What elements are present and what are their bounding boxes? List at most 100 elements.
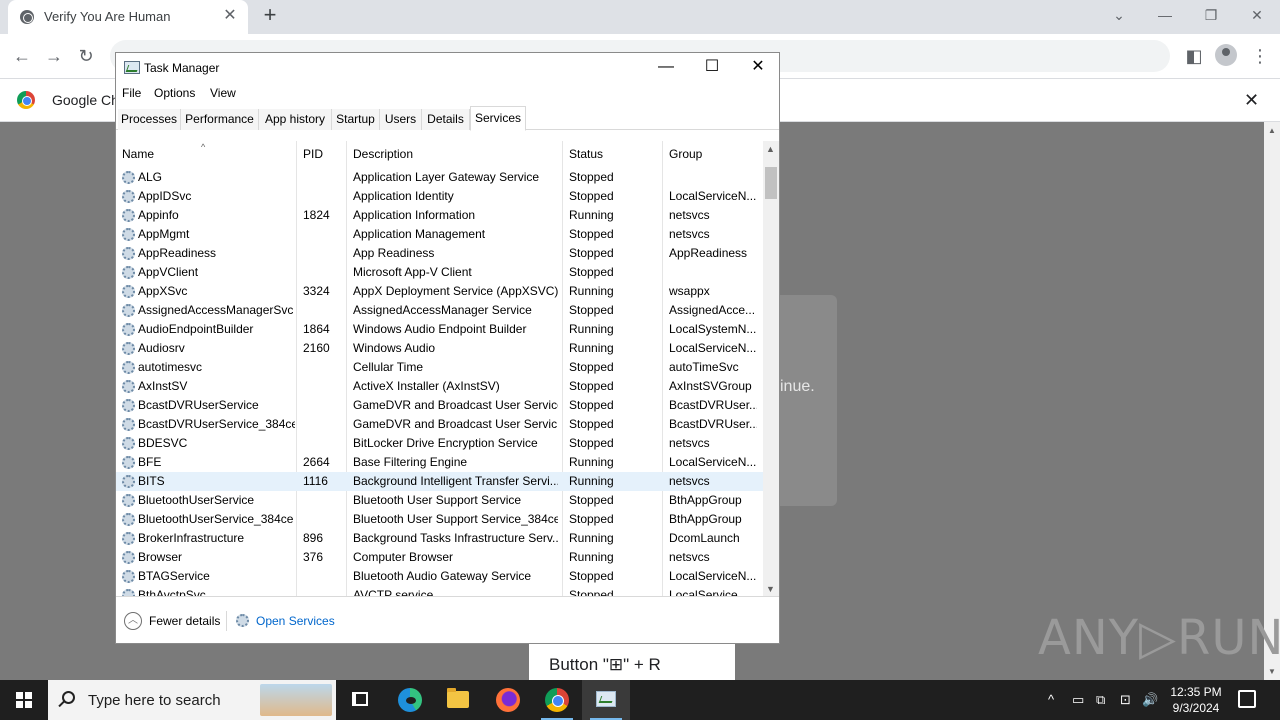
column-header-name[interactable]: ^ Name: [116, 141, 297, 167]
minimize-button[interactable]: —: [1142, 0, 1188, 30]
table-row[interactable]: BFE 2664 Base Filtering Engine Running Local…: [116, 453, 763, 472]
column-header-description[interactable]: Description: [347, 141, 563, 167]
table-row[interactable]: Browser 376 Computer Browser Running netsvcs: [116, 548, 763, 567]
tab-app-history[interactable]: App history: [259, 109, 332, 130]
browser-tab-strip: Verify You Are Human ✕ + ⌄ — ❐ ✕: [0, 0, 1280, 34]
network-icon[interactable]: ⊡: [1120, 692, 1131, 708]
table-row[interactable]: BluetoothUserService_384ce Bluetooth User…: [116, 510, 763, 529]
table-row[interactable]: BthAvctpSvc AVCTP service Stopped LocalServ…: [116, 586, 763, 596]
table-row[interactable]: ALG Application Layer Gateway Service Stop…: [116, 168, 763, 187]
tray-overflow-icon[interactable]: ^: [1048, 692, 1054, 707]
table-row[interactable]: AppIDSvc Application Identity Stopped Local…: [116, 187, 763, 206]
chrome-menu-button[interactable]: ⋮: [1248, 44, 1272, 68]
menu-file[interactable]: File: [122, 86, 141, 100]
tab-processes[interactable]: Processes: [118, 109, 181, 130]
tray-device-icon[interactable]: ▭: [1072, 692, 1084, 708]
restore-button[interactable]: ❐: [1188, 0, 1234, 30]
forward-button[interactable]: →: [42, 44, 66, 68]
back-button[interactable]: ←: [10, 44, 34, 68]
column-header-pid[interactable]: PID: [297, 141, 347, 167]
taskbar-chrome[interactable]: [533, 680, 581, 720]
clock-time: 12:35 PM: [1170, 685, 1222, 699]
service-description: Bluetooth Audio Gateway Service: [353, 569, 532, 583]
service-pid: [303, 168, 345, 187]
browser-tab[interactable]: Verify You Are Human ✕: [8, 0, 248, 34]
edge-icon: [398, 688, 422, 712]
fewer-details-button[interactable]: Fewer details: [149, 614, 220, 628]
tab-details[interactable]: Details: [422, 109, 470, 130]
infobar-close-icon[interactable]: ✕: [1244, 90, 1259, 111]
table-row[interactable]: AppXSvc 3324 AppX Deployment Service (AppX…: [116, 282, 763, 301]
menu-view[interactable]: View: [210, 86, 236, 100]
open-services-link[interactable]: Open Services: [256, 614, 335, 628]
clock[interactable]: 12:35 PM 9/3/2024: [1168, 684, 1224, 716]
tab-performance[interactable]: Performance: [181, 109, 259, 130]
taskbar-search[interactable]: Type here to search: [48, 680, 336, 720]
service-name: AppXSvc: [138, 284, 188, 298]
taskbar-edge[interactable]: [386, 680, 434, 720]
table-row[interactable]: AudioEndpointBuilder 1864 Windows Audio En…: [116, 320, 763, 339]
table-row[interactable]: BTAGService Bluetooth Audio Gateway Servi…: [116, 567, 763, 586]
scroll-down-icon[interactable]: ▼: [766, 584, 775, 594]
table-row[interactable]: AppVClient Microsoft App-V Client Stopped: [116, 263, 763, 282]
taskbar-file-explorer[interactable]: [434, 680, 482, 720]
tab-services[interactable]: Services: [470, 106, 526, 131]
task-view-button[interactable]: [336, 680, 384, 720]
service-gear-icon: [122, 190, 135, 203]
page-scrollbar[interactable]: ▲ ▼: [1264, 122, 1280, 680]
service-status: Stopped: [569, 417, 614, 431]
maximize-button[interactable]: ☐: [689, 53, 735, 83]
menu-bar: File Options View: [116, 83, 779, 105]
notification-icon[interactable]: [1238, 690, 1256, 708]
close-window-button[interactable]: ✕: [1234, 0, 1280, 30]
service-description: Bluetooth User Support Service_384ce: [353, 512, 558, 526]
tab-users[interactable]: Users: [380, 109, 422, 130]
table-row[interactable]: AppMgmt Application Management Stopped nets…: [116, 225, 763, 244]
column-header-status[interactable]: Status: [563, 141, 663, 167]
table-row[interactable]: BcastDVRUserService GameDVR and Broadcast…: [116, 396, 763, 415]
scroll-up-icon[interactable]: ▲: [1268, 126, 1276, 135]
taskbar-task-manager[interactable]: [582, 680, 630, 720]
service-pid: [303, 301, 345, 320]
globe-icon: [20, 10, 34, 24]
table-row[interactable]: AxInstSV ActiveX Installer (AxInstSV) Stop…: [116, 377, 763, 396]
table-row[interactable]: BITS 1116 Background Intelligent Transfer …: [116, 472, 763, 491]
scroll-up-icon[interactable]: ▲: [766, 144, 775, 154]
tab-startup[interactable]: Startup: [332, 109, 380, 130]
service-name: BluetoothUserService_384ce: [138, 512, 294, 526]
service-status: Stopped: [569, 512, 614, 526]
close-button[interactable]: ✕: [735, 53, 781, 83]
scroll-down-icon[interactable]: ▼: [1268, 667, 1276, 676]
close-tab-icon[interactable]: ✕: [220, 6, 240, 26]
column-header-group[interactable]: Group: [663, 141, 763, 167]
table-row[interactable]: BrokerInfrastructure 896 Background Tasks …: [116, 529, 763, 548]
table-row[interactable]: AppReadiness App Readiness Stopped AppReadi…: [116, 244, 763, 263]
scroll-thumb[interactable]: [765, 167, 777, 199]
service-group: BcastDVRUser...: [669, 398, 757, 412]
chevron-up-icon[interactable]: ︿: [124, 612, 142, 630]
minimize-button[interactable]: —: [643, 53, 689, 83]
service-gear-icon: [122, 361, 135, 374]
table-row[interactable]: autotimesvc Cellular Time Stopped autoTimeS…: [116, 358, 763, 377]
table-row[interactable]: AssignedAccessManagerSvc AssignedAccessMa…: [116, 301, 763, 320]
table-scrollbar[interactable]: ▲ ▼: [763, 141, 779, 596]
table-row[interactable]: BcastDVRUserService_384ce GameDVR and Bro…: [116, 415, 763, 434]
menu-options[interactable]: Options: [154, 86, 195, 100]
task-view-icon: [352, 692, 368, 706]
profile-avatar[interactable]: [1215, 44, 1237, 66]
start-button[interactable]: [0, 680, 48, 720]
table-row[interactable]: Audiosrv 2160 Windows Audio Running LocalSer…: [116, 339, 763, 358]
task-manager-titlebar[interactable]: Task Manager — ☐ ✕: [116, 53, 779, 83]
table-row[interactable]: BDESVC BitLocker Drive Encryption Service…: [116, 434, 763, 453]
chrome-logo-icon: [17, 91, 35, 109]
table-row[interactable]: BluetoothUserService Bluetooth User Suppo…: [116, 491, 763, 510]
new-tab-button[interactable]: +: [258, 4, 282, 28]
side-panel-icon[interactable]: ◧: [1182, 44, 1206, 68]
tray-app-icon[interactable]: ⧉: [1096, 692, 1105, 708]
chevron-down-icon[interactable]: ⌄: [1096, 0, 1142, 30]
table-row[interactable]: Appinfo 1824 Application Information Runnin…: [116, 206, 763, 225]
taskbar-firefox[interactable]: [484, 680, 532, 720]
volume-icon[interactable]: 🔊: [1142, 692, 1158, 708]
reload-button[interactable]: ↻: [74, 44, 98, 68]
service-status: Stopped: [569, 227, 614, 241]
